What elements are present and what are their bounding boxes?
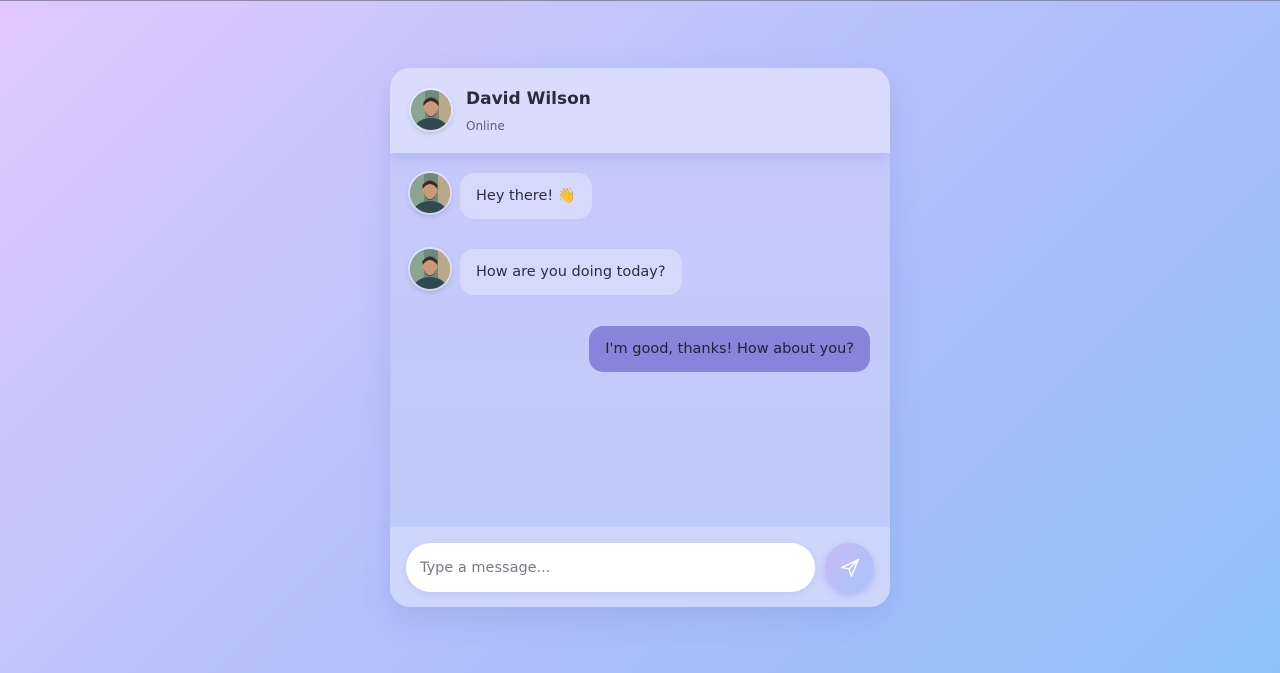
message-bubble-outgoing: I'm good, thanks! How about you? [589,326,870,372]
message-composer [390,527,890,607]
message-input[interactable] [406,543,815,592]
contact-name: David Wilson [466,89,591,109]
message-avatar [410,249,450,289]
contact-avatar[interactable] [411,90,451,130]
message-bubble-incoming: How are you doing today? [460,249,682,295]
chat-header: David Wilson Online [390,68,890,153]
send-button[interactable] [825,543,874,592]
send-icon [840,558,859,577]
message-bubble-incoming: Hey there! 👋 [460,173,592,219]
chat-window: David Wilson Online Hey there! 👋 How are… [390,68,890,607]
message-avatar [410,173,450,213]
message-list[interactable]: Hey there! 👋 How are you doing today? I'… [390,153,890,527]
contact-status: Online [466,119,505,133]
